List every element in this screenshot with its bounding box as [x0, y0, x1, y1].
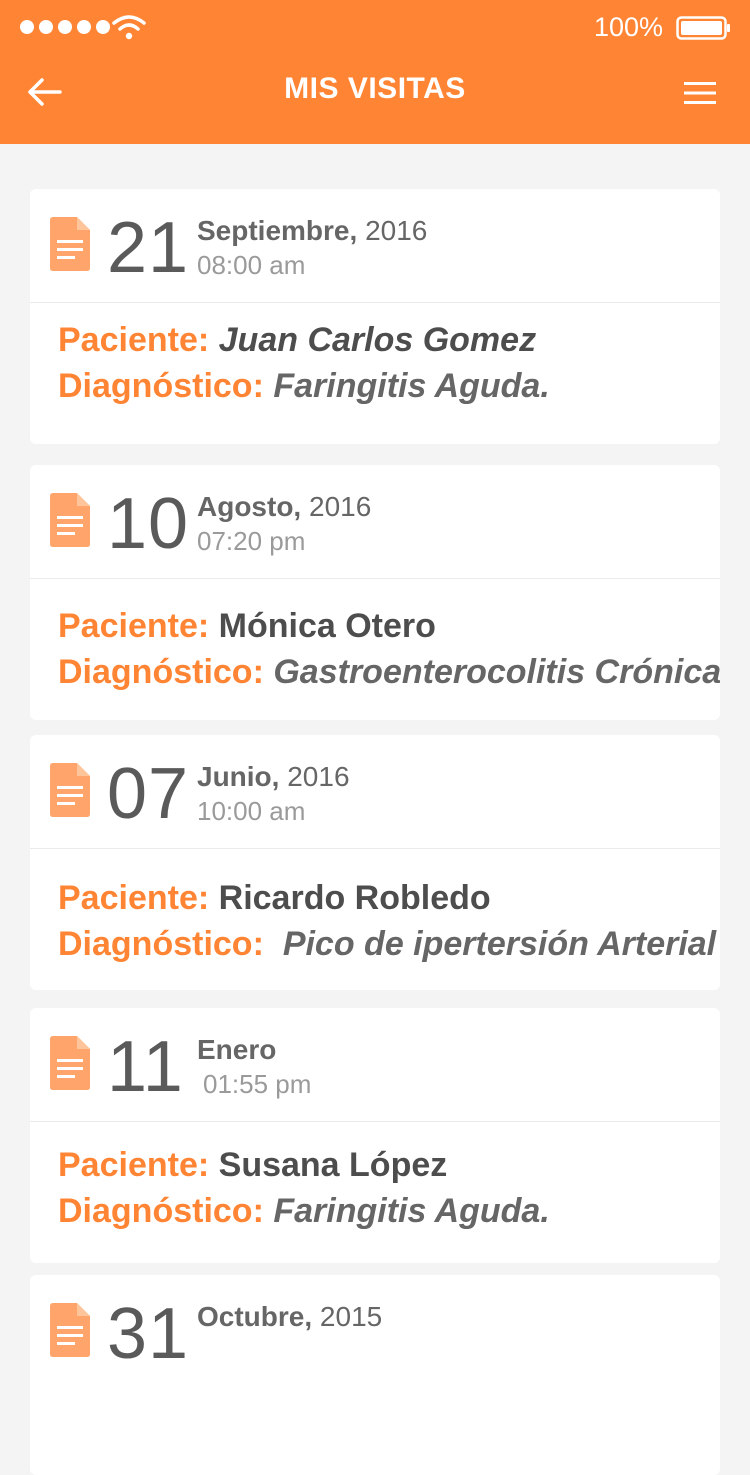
visit-card-body: Paciente: Ricardo Robledo Diagnóstico: P…: [58, 875, 716, 967]
patient-name: Ricardo Robledo: [218, 879, 491, 917]
visit-day: 21: [107, 208, 190, 288]
visit-day: 11: [107, 1027, 184, 1107]
visit-card-body: Paciente: Juan Carlos Gomez Diagnóstico:…: [58, 317, 708, 409]
diagnosis-line: Diagnóstico: Pico de ipertersión Arteria…: [58, 921, 716, 967]
visit-year: 2015: [319, 1301, 383, 1332]
visit-month: Agosto,: [197, 491, 302, 522]
document-icon: [50, 217, 90, 271]
visit-month: Junio,: [197, 761, 280, 792]
visit-card[interactable]: 07 Junio, 2016 10:00 am Paciente: Ricard…: [30, 735, 720, 990]
page-title: MIS VISITAS: [284, 72, 466, 105]
diagnosis-line: Diagnóstico: Faringitis Aguda.: [58, 1188, 708, 1234]
document-icon: [50, 1036, 90, 1090]
visit-card-header: 10 Agosto, 2016 07:20 pm: [30, 465, 720, 579]
diagnosis-label: Diagnóstico:: [58, 367, 264, 405]
visit-month: Enero: [197, 1034, 277, 1065]
document-icon: [50, 1303, 90, 1357]
patient-name: Susana López: [218, 1146, 448, 1184]
patient-label: Paciente:: [58, 321, 210, 359]
diagnosis-value: Faringitis Aguda.: [273, 367, 550, 405]
patient-line: Paciente: Susana López: [58, 1142, 708, 1188]
diagnosis-label: Diagnóstico:: [58, 653, 264, 691]
visit-time: 08:00 am: [197, 250, 306, 280]
visit-month: Septiembre,: [197, 215, 358, 246]
patient-label: Paciente:: [58, 1146, 210, 1184]
signal-dots-icon: [20, 20, 110, 34]
nav-bar: MIS VISITAS: [0, 56, 750, 144]
diagnosis-line: Diagnóstico: Faringitis Aguda.: [58, 363, 708, 409]
visit-year: 2016: [287, 761, 350, 792]
diagnosis-line: Diagnóstico: Gastroenterocolitis Crónica…: [58, 649, 720, 695]
visit-day: 10: [107, 484, 190, 564]
visit-year: 2016: [365, 215, 428, 246]
visit-card[interactable]: 31 Octubre, 2015: [30, 1275, 720, 1475]
visit-time: 01:55 pm: [203, 1069, 312, 1099]
battery-percent: 100%: [594, 12, 664, 42]
patient-label: Paciente:: [58, 607, 210, 645]
diagnosis-label: Diagnóstico:: [58, 925, 264, 963]
patient-label: Paciente:: [58, 879, 210, 917]
visit-day: 07: [107, 754, 190, 834]
diagnosis-value: Pico de ipertersión Arterial: [282, 925, 717, 963]
visit-time: 10:00 am: [197, 796, 306, 826]
visit-card-header: 21 Septiembre, 2016 08:00 am: [30, 189, 720, 303]
visit-month-year: Enero: [197, 1034, 276, 1066]
visit-month-year: Agosto, 2016: [197, 491, 371, 523]
status-bar: 100%: [0, 0, 750, 56]
visit-card-header: 07 Junio, 2016 10:00 am: [30, 735, 720, 849]
diagnosis-value: Faringitis Aguda.: [273, 1192, 550, 1230]
patient-name: Mónica Otero: [218, 607, 436, 645]
visit-card-header: 31 Octubre, 2015: [30, 1275, 720, 1388]
patient-line: Paciente: Ricardo Robledo: [58, 875, 708, 921]
diagnosis-label: Diagnóstico:: [58, 1192, 264, 1230]
visit-day: 31: [107, 1294, 190, 1374]
visit-month-year: Junio, 2016: [197, 761, 350, 793]
visit-card[interactable]: 11 Enero 01:55 pm Paciente: Susana López…: [30, 1008, 720, 1263]
patient-line: Paciente: Juan Carlos Gomez: [58, 317, 708, 363]
visit-month-year: Octubre, 2015: [197, 1301, 382, 1333]
visit-card-header: 11 Enero 01:55 pm: [30, 1008, 720, 1122]
visit-card-body: Paciente: Susana López Diagnóstico: Fari…: [58, 1142, 708, 1234]
visit-month: Octubre,: [197, 1301, 313, 1332]
diagnosis-value: Gastroenterocolitis Crónica.: [273, 653, 720, 691]
visit-card[interactable]: 21 Septiembre, 2016 08:00 am Paciente: J…: [30, 189, 720, 444]
visit-year: 2016: [309, 491, 372, 522]
visit-time: 07:20 pm: [197, 526, 306, 556]
patient-line: Paciente: Mónica Otero: [58, 603, 708, 649]
patient-name: Juan Carlos Gomez: [218, 321, 537, 359]
hamburger-menu-icon[interactable]: [682, 80, 718, 106]
app-header: 100% MIS VISITAS: [0, 0, 750, 144]
visit-card-body: Paciente: Mónica Otero Diagnóstico: Gast…: [58, 603, 720, 695]
wifi-icon: [112, 15, 146, 40]
document-icon: [50, 763, 90, 817]
battery-icon: [676, 16, 730, 40]
visit-card[interactable]: 10 Agosto, 2016 07:20 pm Paciente: Mónic…: [30, 465, 720, 720]
document-icon: [50, 493, 90, 547]
visit-month-year: Septiembre, 2016: [197, 215, 427, 247]
